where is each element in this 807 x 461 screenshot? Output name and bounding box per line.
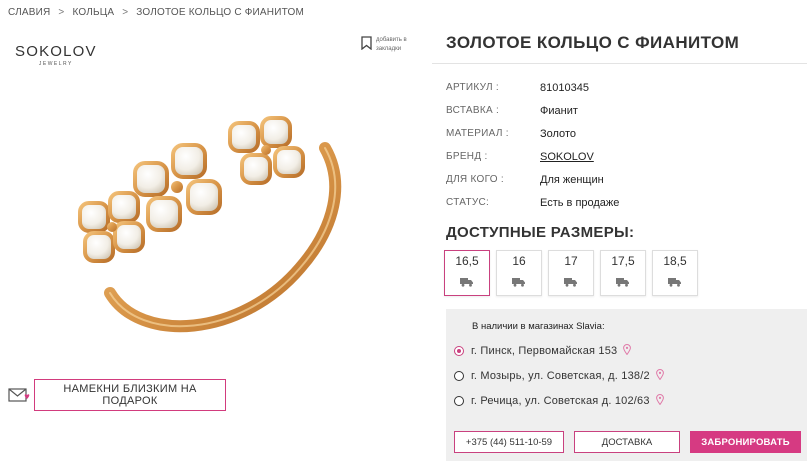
size-value: 18,5 <box>663 254 687 268</box>
size-option[interactable]: 17,5 <box>600 250 646 296</box>
bookmark-icon <box>361 36 372 55</box>
store-radio[interactable] <box>454 346 464 356</box>
delivery-button[interactable]: ДОСТАВКА <box>574 431 680 453</box>
product-gallery: SOKOLOV JEWELRY добавить в закладки НАМЕ… <box>0 28 420 461</box>
breadcrumb-item-rings[interactable]: КОЛЬЦА <box>72 7 114 18</box>
store-option-pinsk[interactable]: г. Пинск, Первомайская 153 <box>454 342 632 360</box>
size-selector: 16,5 16 17 17,5 18,5 <box>444 250 698 296</box>
breadcrumb-separator: > <box>122 7 129 18</box>
sizes-title: ДОСТУПНЫЕ РАЗМЕРЫ: <box>446 224 635 241</box>
map-pin-icon[interactable] <box>623 342 632 360</box>
action-buttons: +375 (44) 511-10-59 ДОСТАВКА ЗАБРОНИРОВА… <box>454 431 801 453</box>
store-address: г. Пинск, Первомайская 153 <box>471 345 618 357</box>
spec-label: АРТИКУЛ : <box>446 82 499 93</box>
size-option[interactable]: 17 <box>548 250 594 296</box>
store-radio[interactable] <box>454 396 464 406</box>
spec-label: ВСТАВКА : <box>446 105 500 116</box>
bookmark-label: добавить в закладки <box>376 37 407 52</box>
spec-label: МАТЕРИАЛ : <box>446 128 509 139</box>
spec-label: ДЛЯ КОГО : <box>446 174 505 185</box>
spec-value: Для женщин <box>540 173 604 186</box>
gift-hint: НАМЕКНИ БЛИЗКИМ НА ПОДАРОК <box>8 379 226 411</box>
spec-value: Фианит <box>540 104 578 117</box>
envelope-heart-icon <box>8 386 32 409</box>
product-title: ЗОЛОТОЕ КОЛЬЦО С ФИАНИТОМ <box>446 33 740 52</box>
spec-label: СТАТУС: <box>446 197 490 208</box>
truck-icon <box>512 274 526 292</box>
add-to-bookmarks-button[interactable]: добавить в закладки <box>361 36 416 55</box>
brand-logo-tagline: JEWELRY <box>38 61 73 67</box>
spec-row-insert: ВСТАВКА : Фианит <box>446 99 619 122</box>
spec-row-for-whom: ДЛЯ КОГО : Для женщин <box>446 168 619 191</box>
store-address: г. Мозырь, ул. Советская, д. 138/2 <box>471 370 650 382</box>
brand-link[interactable]: SOKOLOV <box>540 151 594 163</box>
brand-logo-name: SOKOLOV <box>15 43 97 60</box>
store-option-mozyr[interactable]: г. Мозырь, ул. Советская, д. 138/2 <box>454 367 664 385</box>
size-value: 17 <box>564 254 578 268</box>
reserve-button[interactable]: ЗАБРОНИРОВАТЬ <box>690 431 801 453</box>
truck-icon <box>564 274 578 292</box>
brand-logo: SOKOLOV JEWELRY <box>15 43 97 67</box>
breadcrumb-item-current: ЗОЛОТОЕ КОЛЬЦО С ФИАНИТОМ <box>136 7 304 18</box>
store-option-rechitsa[interactable]: г. Речица, ул. Советская д. 102/63 <box>454 392 664 410</box>
map-pin-icon[interactable] <box>655 392 664 410</box>
spec-row-material: МАТЕРИАЛ : Золото <box>446 122 619 145</box>
size-value: 17,5 <box>611 254 635 268</box>
stores-title: В наличии в магазинах Slavia: <box>472 321 605 332</box>
truck-icon <box>460 274 474 292</box>
truck-icon <box>616 274 630 292</box>
size-option[interactable]: 16,5 <box>444 250 490 296</box>
size-option[interactable]: 16 <box>496 250 542 296</box>
store-radio[interactable] <box>454 371 464 381</box>
product-image[interactable] <box>70 93 360 348</box>
product-specs: АРТИКУЛ : 81010345 ВСТАВКА : Фианит МАТЕ… <box>446 76 619 214</box>
spec-label: БРЕНД : <box>446 151 488 162</box>
phone-button[interactable]: +375 (44) 511-10-59 <box>454 431 564 453</box>
spec-row-status: СТАТУС: Есть в продаже <box>446 191 619 214</box>
size-value: 16 <box>512 254 526 268</box>
breadcrumb: СЛАВИЯ > КОЛЬЦА > ЗОЛОТОЕ КОЛЬЦО С ФИАНИ… <box>8 7 304 18</box>
spec-value: Золото <box>540 127 576 140</box>
spec-row-article: АРТИКУЛ : 81010345 <box>446 76 619 99</box>
spec-value: 81010345 <box>540 81 589 94</box>
spec-value: Есть в продаже <box>540 196 620 209</box>
title-divider <box>432 63 807 64</box>
product-info: ЗОЛОТОЕ КОЛЬЦО С ФИАНИТОМ АРТИКУЛ : 8101… <box>432 0 807 461</box>
breadcrumb-separator: > <box>58 7 65 18</box>
truck-icon <box>668 274 682 292</box>
size-option[interactable]: 18,5 <box>652 250 698 296</box>
map-pin-icon[interactable] <box>655 367 664 385</box>
gift-hint-button[interactable]: НАМЕКНИ БЛИЗКИМ НА ПОДАРОК <box>34 379 226 411</box>
size-value: 16,5 <box>455 254 479 268</box>
store-address: г. Речица, ул. Советская д. 102/63 <box>471 395 650 407</box>
spec-row-brand: БРЕНД : SOKOLOV <box>446 145 619 168</box>
breadcrumb-item-slavia[interactable]: СЛАВИЯ <box>8 7 50 18</box>
